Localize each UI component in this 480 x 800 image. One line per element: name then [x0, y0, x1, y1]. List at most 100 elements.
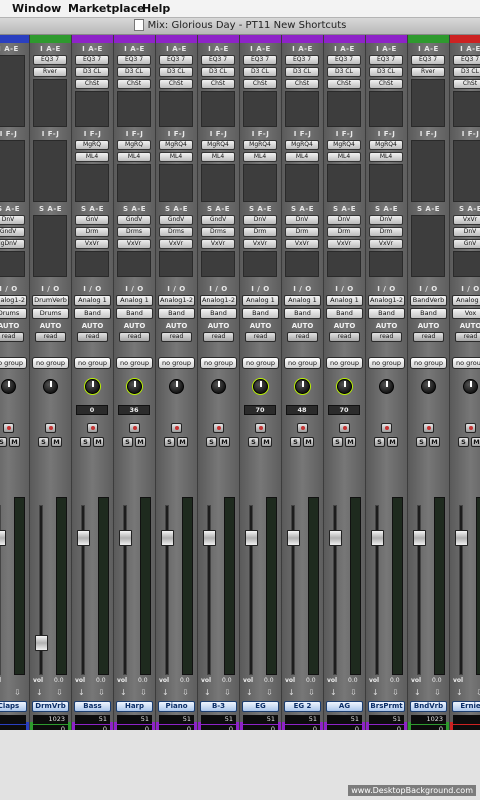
send-slot[interactable]: VxVr	[369, 239, 403, 249]
track-name[interactable]: Claps	[0, 701, 27, 712]
send-slot[interactable]: Drm	[285, 227, 319, 237]
output-selector[interactable]: Band	[242, 308, 279, 319]
send-slot[interactable]: GnV	[453, 239, 480, 249]
track-name[interactable]: Ernie	[452, 701, 480, 712]
volume-fader[interactable]	[245, 530, 258, 546]
automation-mode-button[interactable]: read	[0, 332, 24, 342]
track-name[interactable]: Piano	[158, 701, 195, 712]
insert-slot[interactable]: EQ3 7	[159, 55, 193, 65]
solo-button[interactable]: S	[206, 437, 217, 447]
solo-button[interactable]: S	[290, 437, 301, 447]
pan-knob[interactable]	[463, 379, 478, 394]
send-slot[interactable]: DnV	[453, 227, 480, 237]
mute-button[interactable]: M	[261, 437, 272, 447]
send-slot[interactable]: VxVr	[159, 239, 193, 249]
volume-fader[interactable]	[329, 530, 342, 546]
pan-knob[interactable]	[421, 379, 436, 394]
insert-slot[interactable]: MgRQ	[75, 140, 109, 150]
track-name[interactable]: DrmVrb	[32, 701, 69, 712]
input-selector[interactable]: Analog 1	[284, 295, 321, 306]
solo-button[interactable]: S	[164, 437, 175, 447]
send-slot[interactable]: GndV	[0, 227, 25, 237]
menu-window[interactable]: Window	[12, 2, 61, 15]
insert-slot[interactable]: MgRQ4	[243, 140, 277, 150]
send-slot[interactable]: Drm	[75, 227, 109, 237]
insert-slot[interactable]: MgRQ	[117, 140, 151, 150]
record-enable-button[interactable]	[297, 423, 308, 433]
input-selector[interactable]: Analog 1	[74, 295, 111, 306]
insert-slot[interactable]: ChSt	[453, 79, 480, 89]
volume-fader[interactable]	[371, 530, 384, 546]
automation-mode-button[interactable]: read	[161, 332, 192, 342]
track-name[interactable]: EG	[242, 701, 279, 712]
pan-knob[interactable]	[211, 379, 226, 394]
automation-mode-button[interactable]: read	[329, 332, 360, 342]
insert-slot[interactable]: EQ3 7	[411, 55, 445, 65]
mute-button[interactable]: M	[429, 437, 440, 447]
volume-fader[interactable]	[35, 635, 48, 651]
send-slot[interactable]: DnV	[327, 215, 361, 225]
send-slot[interactable]: VxVr	[327, 239, 361, 249]
pan-knob[interactable]	[337, 379, 352, 394]
input-selector[interactable]: Analog 1	[452, 295, 480, 306]
insert-slot[interactable]: ChSt	[201, 79, 235, 89]
record-enable-button[interactable]	[171, 423, 182, 433]
group-selector[interactable]: no group	[32, 357, 69, 369]
automation-mode-button[interactable]: read	[413, 332, 444, 342]
send-slot[interactable]: VxVr	[201, 239, 235, 249]
menu-help[interactable]: Help	[142, 2, 170, 15]
send-slot[interactable]: GnV	[75, 215, 109, 225]
mute-button[interactable]: M	[303, 437, 314, 447]
send-slot[interactable]: DnV	[243, 215, 277, 225]
record-enable-button[interactable]	[423, 423, 434, 433]
insert-slot[interactable]: EQ3 7	[117, 55, 151, 65]
group-selector[interactable]: no group	[158, 357, 195, 369]
insert-slot[interactable]: D3 CL	[285, 67, 319, 77]
insert-slot[interactable]: D3 CL	[201, 67, 235, 77]
insert-slot[interactable]: MgRQ4	[327, 140, 361, 150]
output-selector[interactable]: Band	[326, 308, 363, 319]
insert-slot[interactable]: ML4	[327, 152, 361, 162]
insert-slot[interactable]: ChSt	[285, 79, 319, 89]
pan-knob[interactable]	[85, 379, 100, 394]
group-selector[interactable]: no group	[452, 357, 480, 369]
automation-mode-button[interactable]: read	[245, 332, 276, 342]
solo-button[interactable]: S	[0, 437, 7, 447]
insert-slot[interactable]: EQ3 7	[243, 55, 277, 65]
mute-button[interactable]: M	[9, 437, 20, 447]
track-name[interactable]: AG	[326, 701, 363, 712]
insert-slot[interactable]: D3 CL	[117, 67, 151, 77]
insert-slot[interactable]: EQ3 7	[285, 55, 319, 65]
insert-slot[interactable]: EQ3 7	[75, 55, 109, 65]
mute-button[interactable]: M	[135, 437, 146, 447]
send-slot[interactable]: GndV	[159, 215, 193, 225]
solo-button[interactable]: S	[80, 437, 91, 447]
record-enable-button[interactable]	[3, 423, 14, 433]
automation-mode-button[interactable]: read	[119, 332, 150, 342]
automation-mode-button[interactable]: read	[203, 332, 234, 342]
send-slot[interactable]: Drms	[159, 227, 193, 237]
insert-slot[interactable]: MgRQ4	[201, 140, 235, 150]
pan-knob[interactable]	[169, 379, 184, 394]
record-enable-button[interactable]	[465, 423, 476, 433]
volume-fader[interactable]	[0, 530, 6, 546]
insert-slot[interactable]: MgRQ4	[369, 140, 403, 150]
group-selector[interactable]: no group	[0, 357, 27, 369]
insert-slot[interactable]: ML4	[117, 152, 151, 162]
send-slot[interactable]: DnV	[285, 215, 319, 225]
group-selector[interactable]: no group	[242, 357, 279, 369]
insert-slot[interactable]: ChSt	[369, 79, 403, 89]
record-enable-button[interactable]	[213, 423, 224, 433]
volume-fader[interactable]	[203, 530, 216, 546]
insert-slot[interactable]: D3 CL	[369, 67, 403, 77]
mute-button[interactable]: M	[93, 437, 104, 447]
automation-mode-button[interactable]: read	[287, 332, 318, 342]
insert-slot[interactable]: D3 CL	[75, 67, 109, 77]
insert-slot[interactable]: ML4	[75, 152, 109, 162]
send-slot[interactable]: GndV	[117, 215, 151, 225]
insert-slot[interactable]: ChSt	[243, 79, 277, 89]
insert-slot[interactable]: D3 CL	[327, 67, 361, 77]
record-enable-button[interactable]	[87, 423, 98, 433]
send-slot[interactable]: Drm	[327, 227, 361, 237]
track-name[interactable]: Bass	[74, 701, 111, 712]
